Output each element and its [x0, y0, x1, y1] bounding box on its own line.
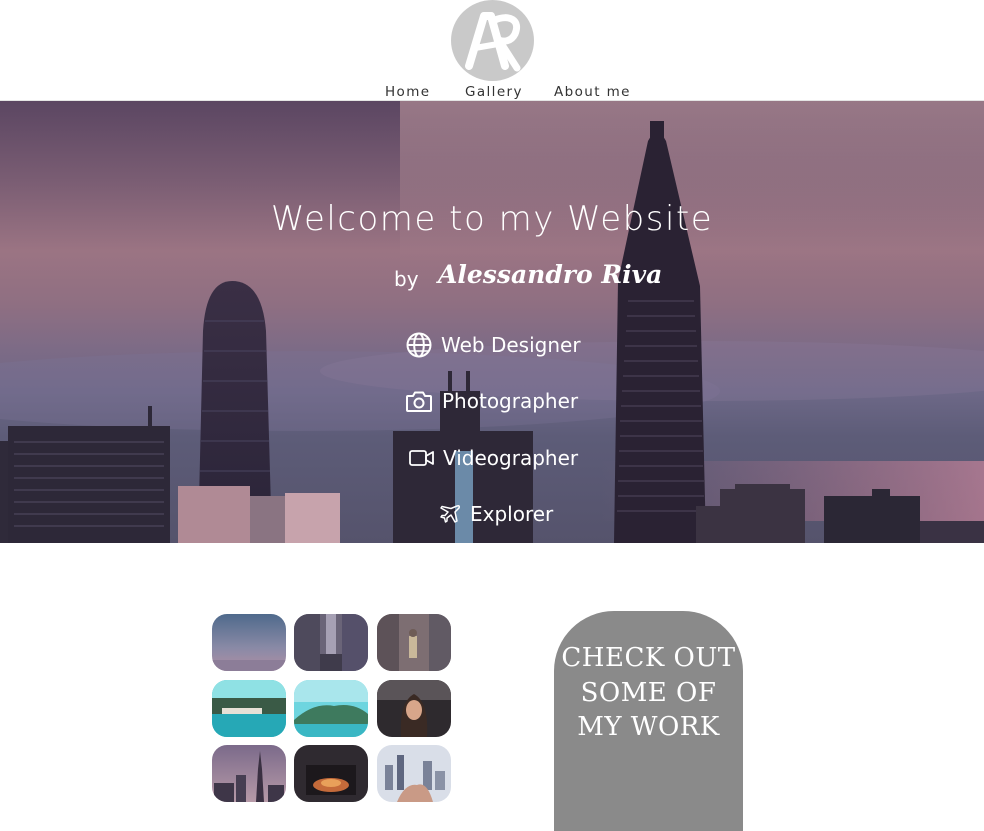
hero-banner: Welcome to my Website by Alessandro Riva…: [0, 101, 984, 543]
globe-icon: [406, 332, 432, 358]
video-camera-icon: [409, 450, 434, 466]
gallery-thumbnail-turquoise-bay[interactable]: [294, 680, 368, 737]
logo-monogram-icon: [465, 12, 521, 72]
plane-icon: [440, 505, 460, 523]
role-label: Explorer: [470, 502, 554, 526]
hero-title: Welcome to my Website: [270, 199, 714, 239]
ar-logo[interactable]: [451, 0, 534, 81]
gallery-thumbnail-city-skyline-dusk[interactable]: [212, 745, 286, 802]
gallery-thumbnail-person-in-canyon[interactable]: [377, 614, 451, 671]
gallery-thumbnail-smiling-woman[interactable]: [377, 680, 451, 737]
nav-home[interactable]: Home: [385, 83, 430, 101]
gallery-thumbnail-fireplace[interactable]: [294, 745, 368, 802]
gallery-thumbnail-city-street[interactable]: [294, 614, 368, 671]
gallery-thumbnail-tropical-beach[interactable]: [212, 680, 286, 737]
gallery-thumbnail-misty-horizon[interactable]: [212, 614, 286, 671]
camera-icon: [406, 391, 432, 412]
author-signature: Alessandro Riva: [438, 260, 663, 289]
main-nav: Home Gallery About me: [0, 83, 984, 101]
role-label: Photographer: [442, 389, 579, 413]
role-label: Videographer: [443, 446, 579, 470]
check-out-work-button[interactable]: CHECK OUT SOME OF MY WORK: [554, 611, 743, 831]
role-label: Web Designer: [441, 333, 581, 357]
hero-by-label: by: [394, 267, 419, 291]
nav-about-me[interactable]: About me: [554, 83, 631, 101]
city-skyline-background: [0, 101, 984, 543]
site-header: Home Gallery About me: [0, 0, 984, 101]
nav-gallery[interactable]: Gallery: [465, 83, 523, 101]
cta-label: CHECK OUT SOME OF MY WORK: [561, 643, 736, 742]
gallery-thumbnail-skyline-hands[interactable]: [377, 745, 451, 802]
